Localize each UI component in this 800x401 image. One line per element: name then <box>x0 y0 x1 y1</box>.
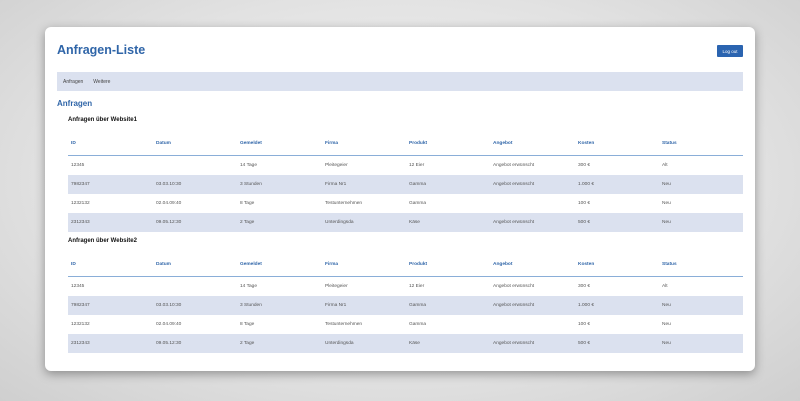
column-header-id[interactable]: ID <box>71 252 76 276</box>
column-header-datum[interactable]: Datum <box>156 131 171 155</box>
cell-gemeldet: 14 Tage <box>240 163 257 168</box>
column-header-status[interactable]: Status <box>662 252 677 276</box>
cell-kosten: 1.000 € <box>578 303 595 308</box>
cell-firma: Pleitegeier <box>325 163 348 168</box>
cell-status: Neu <box>662 201 671 206</box>
section-title: Anfragen <box>57 99 93 108</box>
cell-gemeldet: 2 Tage <box>240 220 255 225</box>
cell-gemeldet: 3 Stunden <box>240 182 262 187</box>
cell-angebot: Angebot erwünscht <box>493 341 535 346</box>
cell-datum: 02.04.09:40 <box>156 322 182 327</box>
cell-angebot: Angebot erwünscht <box>493 284 535 289</box>
table-row[interactable]: 1232132 02.04.09:40 8 Tage Testunternehmen G… <box>68 194 743 213</box>
cell-status: Alt <box>662 163 668 168</box>
column-header-datum[interactable]: Datum <box>156 252 171 276</box>
cell-produkt: Gamma <box>409 201 427 206</box>
cell-id: 1232132 <box>71 201 90 206</box>
cell-status: Neu <box>662 303 671 308</box>
cell-id: 2312343 <box>71 220 90 225</box>
column-header-angebot[interactable]: Angebot <box>493 131 512 155</box>
column-header-gemeldet[interactable]: Gemeldet <box>240 131 262 155</box>
table-header: ID Datum Gemeldet Firma Produkt Angebot Kosten… <box>68 252 743 277</box>
table-row[interactable]: 7982347 03.03.10:30 3 Stunden Firma Nr1 Gamm… <box>68 175 743 194</box>
nav-item-anfragen[interactable]: Anfragen <box>63 79 83 85</box>
table-1-title: Anfragen über Website1 <box>68 117 137 123</box>
cell-kosten: 1.000 € <box>578 182 595 187</box>
requests-table: ID Datum Gemeldet Firma Produkt Angebot Kosten… <box>68 252 743 353</box>
cell-id: 12345 <box>71 284 85 289</box>
cell-kosten: 500 € <box>578 220 591 225</box>
column-header-kosten[interactable]: Kosten <box>578 131 594 155</box>
cell-firma: Pleitegeier <box>325 284 348 289</box>
cell-gemeldet: 3 Stunden <box>240 303 262 308</box>
cell-firma: Firma Nr1 <box>325 182 347 187</box>
cell-id: 7982347 <box>71 182 90 187</box>
nav-item-weitere[interactable]: Weitere <box>93 79 110 85</box>
cell-id: 1232132 <box>71 322 90 327</box>
page-title: Anfragen-Liste <box>57 43 146 57</box>
cell-firma: Firma Nr1 <box>325 303 347 308</box>
cell-produkt: Käse <box>409 220 420 225</box>
logout-button[interactable]: Log out <box>717 45 743 57</box>
cell-kosten: 100 € <box>578 201 591 206</box>
cell-angebot: Angebot erwünscht <box>493 220 535 225</box>
table-header: ID Datum Gemeldet Firma Produkt Angebot Kosten… <box>68 131 743 156</box>
column-header-kosten[interactable]: Kosten <box>578 252 594 276</box>
requests-table: ID Datum Gemeldet Firma Produkt Angebot Kosten… <box>68 131 743 232</box>
column-header-id[interactable]: ID <box>71 131 76 155</box>
cell-datum: 03.03.10:30 <box>156 303 182 308</box>
cell-firma: Unterdingsda <box>325 220 354 225</box>
cell-produkt: Gamma <box>409 182 427 187</box>
cell-produkt: 12 Eier <box>409 163 425 168</box>
table-row[interactable]: 1232132 02.04.09:40 8 Tage Testunternehmen G… <box>68 315 743 334</box>
cell-produkt: Gamma <box>409 303 427 308</box>
column-header-produkt[interactable]: Produkt <box>409 131 427 155</box>
cell-firma: Testunternehmen <box>325 201 363 206</box>
table-row[interactable]: 2312343 09.05.12:30 2 Tage Unterdingsda Käse… <box>68 334 743 353</box>
cell-id: 7982347 <box>71 303 90 308</box>
cell-status: Neu <box>662 220 671 225</box>
table-row[interactable]: 12345 14 Tage Pleitegeier 12 Eier Angebot er… <box>68 277 743 296</box>
cell-datum: 09.05.12:30 <box>156 220 182 225</box>
cell-datum: 09.05.12:30 <box>156 341 182 346</box>
main-card: Anfragen-Liste Log out Anfragen Weitere … <box>45 27 755 371</box>
cell-id: 2312343 <box>71 341 90 346</box>
cell-angebot: Angebot erwünscht <box>493 303 535 308</box>
column-header-firma[interactable]: Firma <box>325 131 338 155</box>
cell-kosten: 500 € <box>578 341 591 346</box>
table-row[interactable]: 7982347 03.03.10:30 3 Stunden Firma Nr1 Gamm… <box>68 296 743 315</box>
cell-status: Neu <box>662 341 671 346</box>
cell-datum: 02.04.09:40 <box>156 201 182 206</box>
cell-angebot: Angebot erwünscht <box>493 163 535 168</box>
cell-produkt: 12 Eier <box>409 284 425 289</box>
cell-gemeldet: 8 Tage <box>240 322 255 327</box>
cell-gemeldet: 2 Tage <box>240 341 255 346</box>
nav-bar: Anfragen Weitere <box>57 72 743 91</box>
cell-kosten: 300 € <box>578 163 591 168</box>
cell-kosten: 100 € <box>578 322 591 327</box>
cell-firma: Testunternehmen <box>325 322 363 327</box>
cell-datum: 03.03.10:30 <box>156 182 182 187</box>
cell-firma: Unterdingsda <box>325 341 354 346</box>
cell-status: Neu <box>662 182 671 187</box>
column-header-firma[interactable]: Firma <box>325 252 338 276</box>
cell-status: Alt <box>662 284 668 289</box>
column-header-gemeldet[interactable]: Gemeldet <box>240 252 262 276</box>
cell-status: Neu <box>662 322 671 327</box>
table-row[interactable]: 2312343 09.05.12:30 2 Tage Unterdingsda Käse… <box>68 213 743 232</box>
cell-gemeldet: 14 Tage <box>240 284 257 289</box>
cell-produkt: Gamma <box>409 322 427 327</box>
cell-gemeldet: 8 Tage <box>240 201 255 206</box>
cell-produkt: Käse <box>409 341 420 346</box>
table-2-title: Anfragen über Website2 <box>68 238 137 244</box>
cell-angebot: Angebot erwünscht <box>493 182 535 187</box>
cell-kosten: 300 € <box>578 284 591 289</box>
table-row[interactable]: 12345 14 Tage Pleitegeier 12 Eier Angebot er… <box>68 156 743 175</box>
cell-id: 12345 <box>71 163 85 168</box>
column-header-status[interactable]: Status <box>662 131 677 155</box>
column-header-produkt[interactable]: Produkt <box>409 252 427 276</box>
column-header-angebot[interactable]: Angebot <box>493 252 512 276</box>
